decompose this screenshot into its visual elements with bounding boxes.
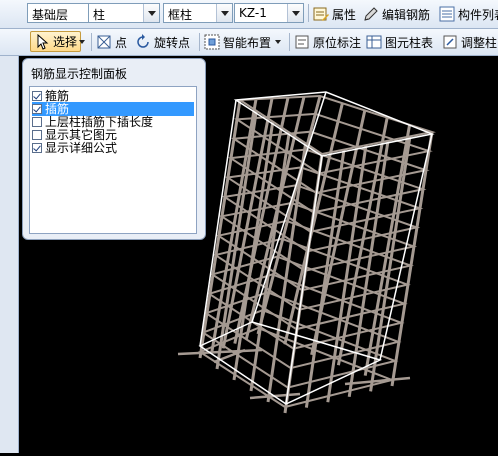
edit-rebar-label: 编辑钢筋: [382, 7, 431, 22]
properties-label: 属性: [332, 7, 357, 22]
select-dropdown[interactable]: [79, 31, 85, 53]
element-column-table-button[interactable]: 图元柱表: [366, 31, 433, 53]
in-situ-annotation-button[interactable]: 原位标注: [294, 31, 361, 53]
adjust-column-button[interactable]: 调整柱: [442, 31, 497, 53]
table-icon: [366, 34, 382, 50]
point-label: 点: [115, 35, 128, 50]
rotate-icon: [135, 34, 151, 50]
toolbar-row-2: 选择 点 旋转点 智能布置 原位标注 图元柱表 调整柱: [0, 29, 498, 56]
rotate-point-button[interactable]: 旋转点: [135, 31, 190, 53]
element-select-value: KZ-1: [239, 6, 267, 20]
list-icon: [439, 6, 455, 22]
option-dowel-label: 插筋: [45, 102, 70, 116]
point-button[interactable]: 点: [96, 31, 127, 53]
cursor-icon: [34, 33, 50, 50]
pencil-icon: [363, 6, 379, 22]
checkbox-show-formula[interactable]: [32, 143, 42, 153]
annotation-icon: [294, 34, 310, 50]
longitudinal-bar: [390, 131, 434, 387]
column-outline-edge: [285, 155, 323, 405]
option-stirrup[interactable]: 箍筋: [32, 89, 194, 103]
toolbar-row-1: 基础层 柱 框柱 KZ-1 属性 编辑钢筋 构件列表: [0, 0, 498, 29]
rebar-display-panel[interactable]: 钢筋显示控制面板 箍筋 插筋 上层柱插筋下插长度 显示其它图元 显示详细公式: [22, 58, 206, 240]
element-column-table-label: 图元柱表: [385, 35, 434, 50]
option-upper-column-dowel[interactable]: 上层柱插筋下插长度: [32, 115, 194, 129]
option-show-formula-label: 显示详细公式: [45, 141, 118, 155]
rotate-point-label: 旋转点: [154, 35, 191, 50]
subtype-select[interactable]: 框柱: [163, 3, 233, 23]
component-list-button[interactable]: 构件列表: [439, 3, 498, 25]
floor-select-value: 基础层: [32, 8, 69, 22]
category-select[interactable]: 柱: [88, 3, 160, 23]
properties-button[interactable]: 属性: [313, 3, 356, 25]
smart-layout-label: 智能布置: [223, 35, 272, 50]
component-list-label: 构件列表: [458, 7, 498, 22]
chevron-down-icon: [275, 40, 282, 44]
option-stirrup-label: 箍筋: [45, 89, 70, 103]
subtype-select-value: 框柱: [168, 8, 193, 22]
chevron-down-icon: [79, 40, 85, 44]
checkbox-upper-column-dowel[interactable]: [32, 117, 42, 127]
option-show-other-elements[interactable]: 显示其它图元: [32, 128, 194, 142]
chevron-down-icon[interactable]: [143, 4, 159, 22]
category-select-value: 柱: [93, 8, 106, 22]
option-show-other-elements-label: 显示其它图元: [45, 128, 118, 142]
checkbox-stirrup[interactable]: [32, 91, 42, 101]
rebar-options-list: 箍筋 插筋 上层柱插筋下插长度 显示其它图元 显示详细公式: [29, 86, 197, 234]
chevron-down-icon[interactable]: [287, 4, 303, 22]
toolbar-separator: [199, 33, 200, 51]
checkbox-dowel[interactable]: [32, 104, 42, 114]
adjust-icon: [442, 34, 458, 50]
adjust-column-label: 调整柱: [461, 35, 498, 50]
chevron-down-icon[interactable]: [216, 4, 232, 22]
grid-icon: [204, 34, 220, 50]
point-icon: [96, 34, 112, 50]
select-label: 选择: [53, 35, 78, 49]
column-outline-top: [233, 91, 435, 157]
toolbar-separator: [289, 33, 290, 51]
select-button[interactable]: 选择: [30, 31, 82, 52]
properties-icon: [313, 6, 329, 22]
option-dowel[interactable]: 插筋: [32, 102, 194, 116]
element-select[interactable]: KZ-1: [234, 3, 304, 23]
in-situ-annotation-label: 原位标注: [313, 35, 362, 50]
left-side-strip: [0, 56, 19, 453]
panel-title: 钢筋显示控制面板: [31, 67, 128, 81]
toolbar-separator: [308, 4, 309, 22]
smart-layout-button[interactable]: 智能布置: [204, 31, 282, 53]
checkbox-show-other-elements[interactable]: [32, 130, 42, 140]
toolbar-separator: [91, 33, 92, 51]
option-upper-column-dowel-label: 上层柱插筋下插长度: [45, 115, 154, 129]
option-show-formula[interactable]: 显示详细公式: [32, 141, 194, 155]
edit-rebar-button[interactable]: 编辑钢筋: [363, 3, 430, 25]
